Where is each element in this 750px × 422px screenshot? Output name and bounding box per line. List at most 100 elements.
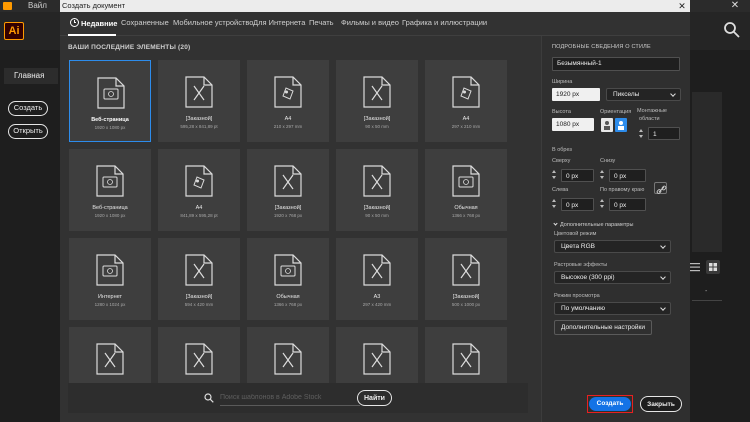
custom-icon [363, 343, 391, 375]
tab-recent[interactable]: Недавние [70, 18, 117, 28]
portrait-orientation-button[interactable] [601, 118, 613, 132]
preset-size: 1920 x 1080 px [94, 213, 126, 218]
preset-tile[interactable] [425, 327, 507, 383]
bleed-top-input[interactable]: 0 px [561, 169, 594, 182]
preset-tile[interactable]: [Заказной] 500 x 1000 px [425, 238, 507, 320]
preset-tile[interactable]: Интернет 1280 x 1024 px [69, 238, 151, 320]
preset-size: 841,89 x 595,28 pt [180, 213, 218, 218]
preset-tile[interactable]: [Заказной] 90 x 50 mm [336, 149, 418, 231]
preset-tile[interactable]: Веб-страница 1920 x 1080 px [69, 60, 151, 142]
app-mini-logo-icon [3, 2, 12, 10]
preset-tile[interactable]: [Заказной] 1920 x 768 px [247, 149, 329, 231]
bleed-bottom-input[interactable]: 0 px [609, 169, 646, 182]
stock-search-input[interactable] [220, 390, 360, 406]
bleed-left-input[interactable]: 0 px [561, 198, 594, 211]
height-label: Высота [552, 109, 571, 115]
background-open-button[interactable]: Открыть [8, 124, 48, 139]
raster-effects-value: Высокое (300 ppi) [561, 274, 615, 281]
preset-size: 1366 x 768 px [451, 213, 481, 218]
color-mode-select[interactable]: Цвета RGB [554, 240, 671, 253]
preset-tile[interactable]: Обычная 1366 x 768 px [247, 238, 329, 320]
close-button[interactable]: Закрыть [640, 396, 682, 412]
preset-tile[interactable]: Обычная 1366 x 768 px [425, 149, 507, 231]
preset-size: 90 x 50 mm [365, 124, 389, 129]
units-select[interactable]: Пикселы [606, 88, 681, 101]
advanced-options-toggle[interactable]: Дополнительные параметры [553, 221, 633, 228]
preset-tile[interactable] [336, 327, 418, 383]
dialog-titlebar: Создать документ ✕ [60, 0, 690, 12]
background-close-button[interactable]: ✕ [720, 0, 750, 12]
web-icon [97, 77, 125, 109]
tab-mobile[interactable]: Мобильное устройство [173, 18, 253, 27]
chevron-down-icon [553, 221, 558, 226]
list-view-icon[interactable] [690, 262, 702, 272]
preset-tile[interactable]: A3 297 x 420 mm [336, 238, 418, 320]
nav-home[interactable]: Главная [4, 68, 58, 84]
preset-size: 297 x 420 mm [362, 302, 392, 307]
bleed-right-input[interactable]: 0 px [609, 198, 646, 211]
preset-tile[interactable]: A4 210 x 297 mm [247, 60, 329, 142]
tab-print[interactable]: Печать [309, 18, 334, 27]
grid-view-icon[interactable] [706, 260, 720, 274]
preset-tile[interactable]: A4 841,89 x 595,28 pt [158, 149, 240, 231]
preset-size: 297 x 210 mm [451, 124, 481, 129]
artboards-label-line2: области [639, 116, 660, 122]
preset-tile[interactable] [247, 327, 329, 383]
preset-name: [Заказной] [274, 205, 302, 211]
preset-tile[interactable]: [Заказной] 90 x 50 mm [336, 60, 418, 142]
preset-tile[interactable]: A4 297 x 210 mm [425, 60, 507, 142]
link-icon [656, 185, 667, 194]
background-dash: - [705, 288, 708, 295]
dialog-title: Создать документ [62, 1, 126, 10]
background-create-button[interactable]: Создать [8, 101, 48, 116]
artboards-stepper-icon[interactable] [639, 127, 645, 141]
preset-name: Веб-страница [91, 117, 129, 123]
web-icon [274, 254, 302, 286]
bleed-bottom-stepper-icon[interactable] [600, 168, 606, 182]
landscape-orientation-button[interactable] [615, 118, 627, 132]
create-button[interactable]: Создать [589, 397, 631, 411]
landscape-icon [618, 121, 624, 130]
background-divider [692, 300, 722, 301]
web-icon [96, 165, 124, 197]
document-name-input[interactable]: Безымянный-1 [552, 57, 680, 71]
tab-recent-label: Недавние [81, 19, 118, 28]
preset-name: Обычная [276, 294, 300, 300]
bleed-top-stepper-icon[interactable] [552, 168, 558, 182]
illustrator-logo: Ai [4, 22, 24, 40]
more-settings-button[interactable]: Дополнительные настройки [554, 320, 652, 335]
orientation-label: Ориентация [600, 109, 632, 115]
tab-art-illustration[interactable]: Графика и иллюстрации [402, 18, 487, 27]
artboards-input[interactable]: 1 [648, 127, 680, 140]
dialog-close-icon[interactable]: ✕ [674, 0, 690, 12]
width-input[interactable]: 1920 px [552, 88, 600, 101]
portrait-icon [604, 121, 610, 130]
tab-film-video[interactable]: Фильмы и видео [341, 18, 399, 27]
height-input[interactable]: 1080 px [552, 118, 594, 131]
preset-tile[interactable]: Веб-страница 1920 x 1080 px [69, 149, 151, 231]
web-icon [96, 254, 124, 286]
preset-name: [Заказной] [363, 116, 391, 122]
stock-search-bar: Найти [68, 383, 528, 413]
bleed-left-stepper-icon[interactable] [552, 197, 558, 211]
find-button[interactable]: Найти [357, 390, 392, 406]
raster-effects-select[interactable]: Высокое (300 ppi) [554, 271, 671, 284]
background-window-title: Вайл [28, 1, 47, 10]
search-icon[interactable] [722, 20, 742, 40]
new-document-dialog: Создать документ ✕ Недавние Сохраненные … [60, 0, 690, 422]
tab-saved[interactable]: Сохраненные [121, 18, 169, 27]
bleed-right-stepper-icon[interactable] [600, 197, 606, 211]
preset-tile[interactable] [69, 327, 151, 383]
custom-icon [185, 343, 213, 375]
preset-tile[interactable]: [Заказной] 595,28 x 841,89 pt [158, 60, 240, 142]
preview-mode-select[interactable]: По умолчанию [554, 302, 671, 315]
preset-size: 1920 x 1080 px [94, 125, 126, 130]
preset-grid: Веб-страница 1920 x 1080 px [Заказной] 595,… [68, 59, 528, 383]
app-root: Вайл ✕ Ai Главная Создать Открыть - Созд… [0, 0, 750, 422]
preset-tile[interactable] [158, 327, 240, 383]
link-bleed-button[interactable] [654, 182, 667, 194]
tab-web[interactable]: Для Интернета [253, 18, 305, 27]
preset-name: [Заказной] [363, 205, 391, 211]
chevron-down-icon [660, 243, 666, 249]
preset-tile[interactable]: [Заказной] 594 x 420 mm [158, 238, 240, 320]
